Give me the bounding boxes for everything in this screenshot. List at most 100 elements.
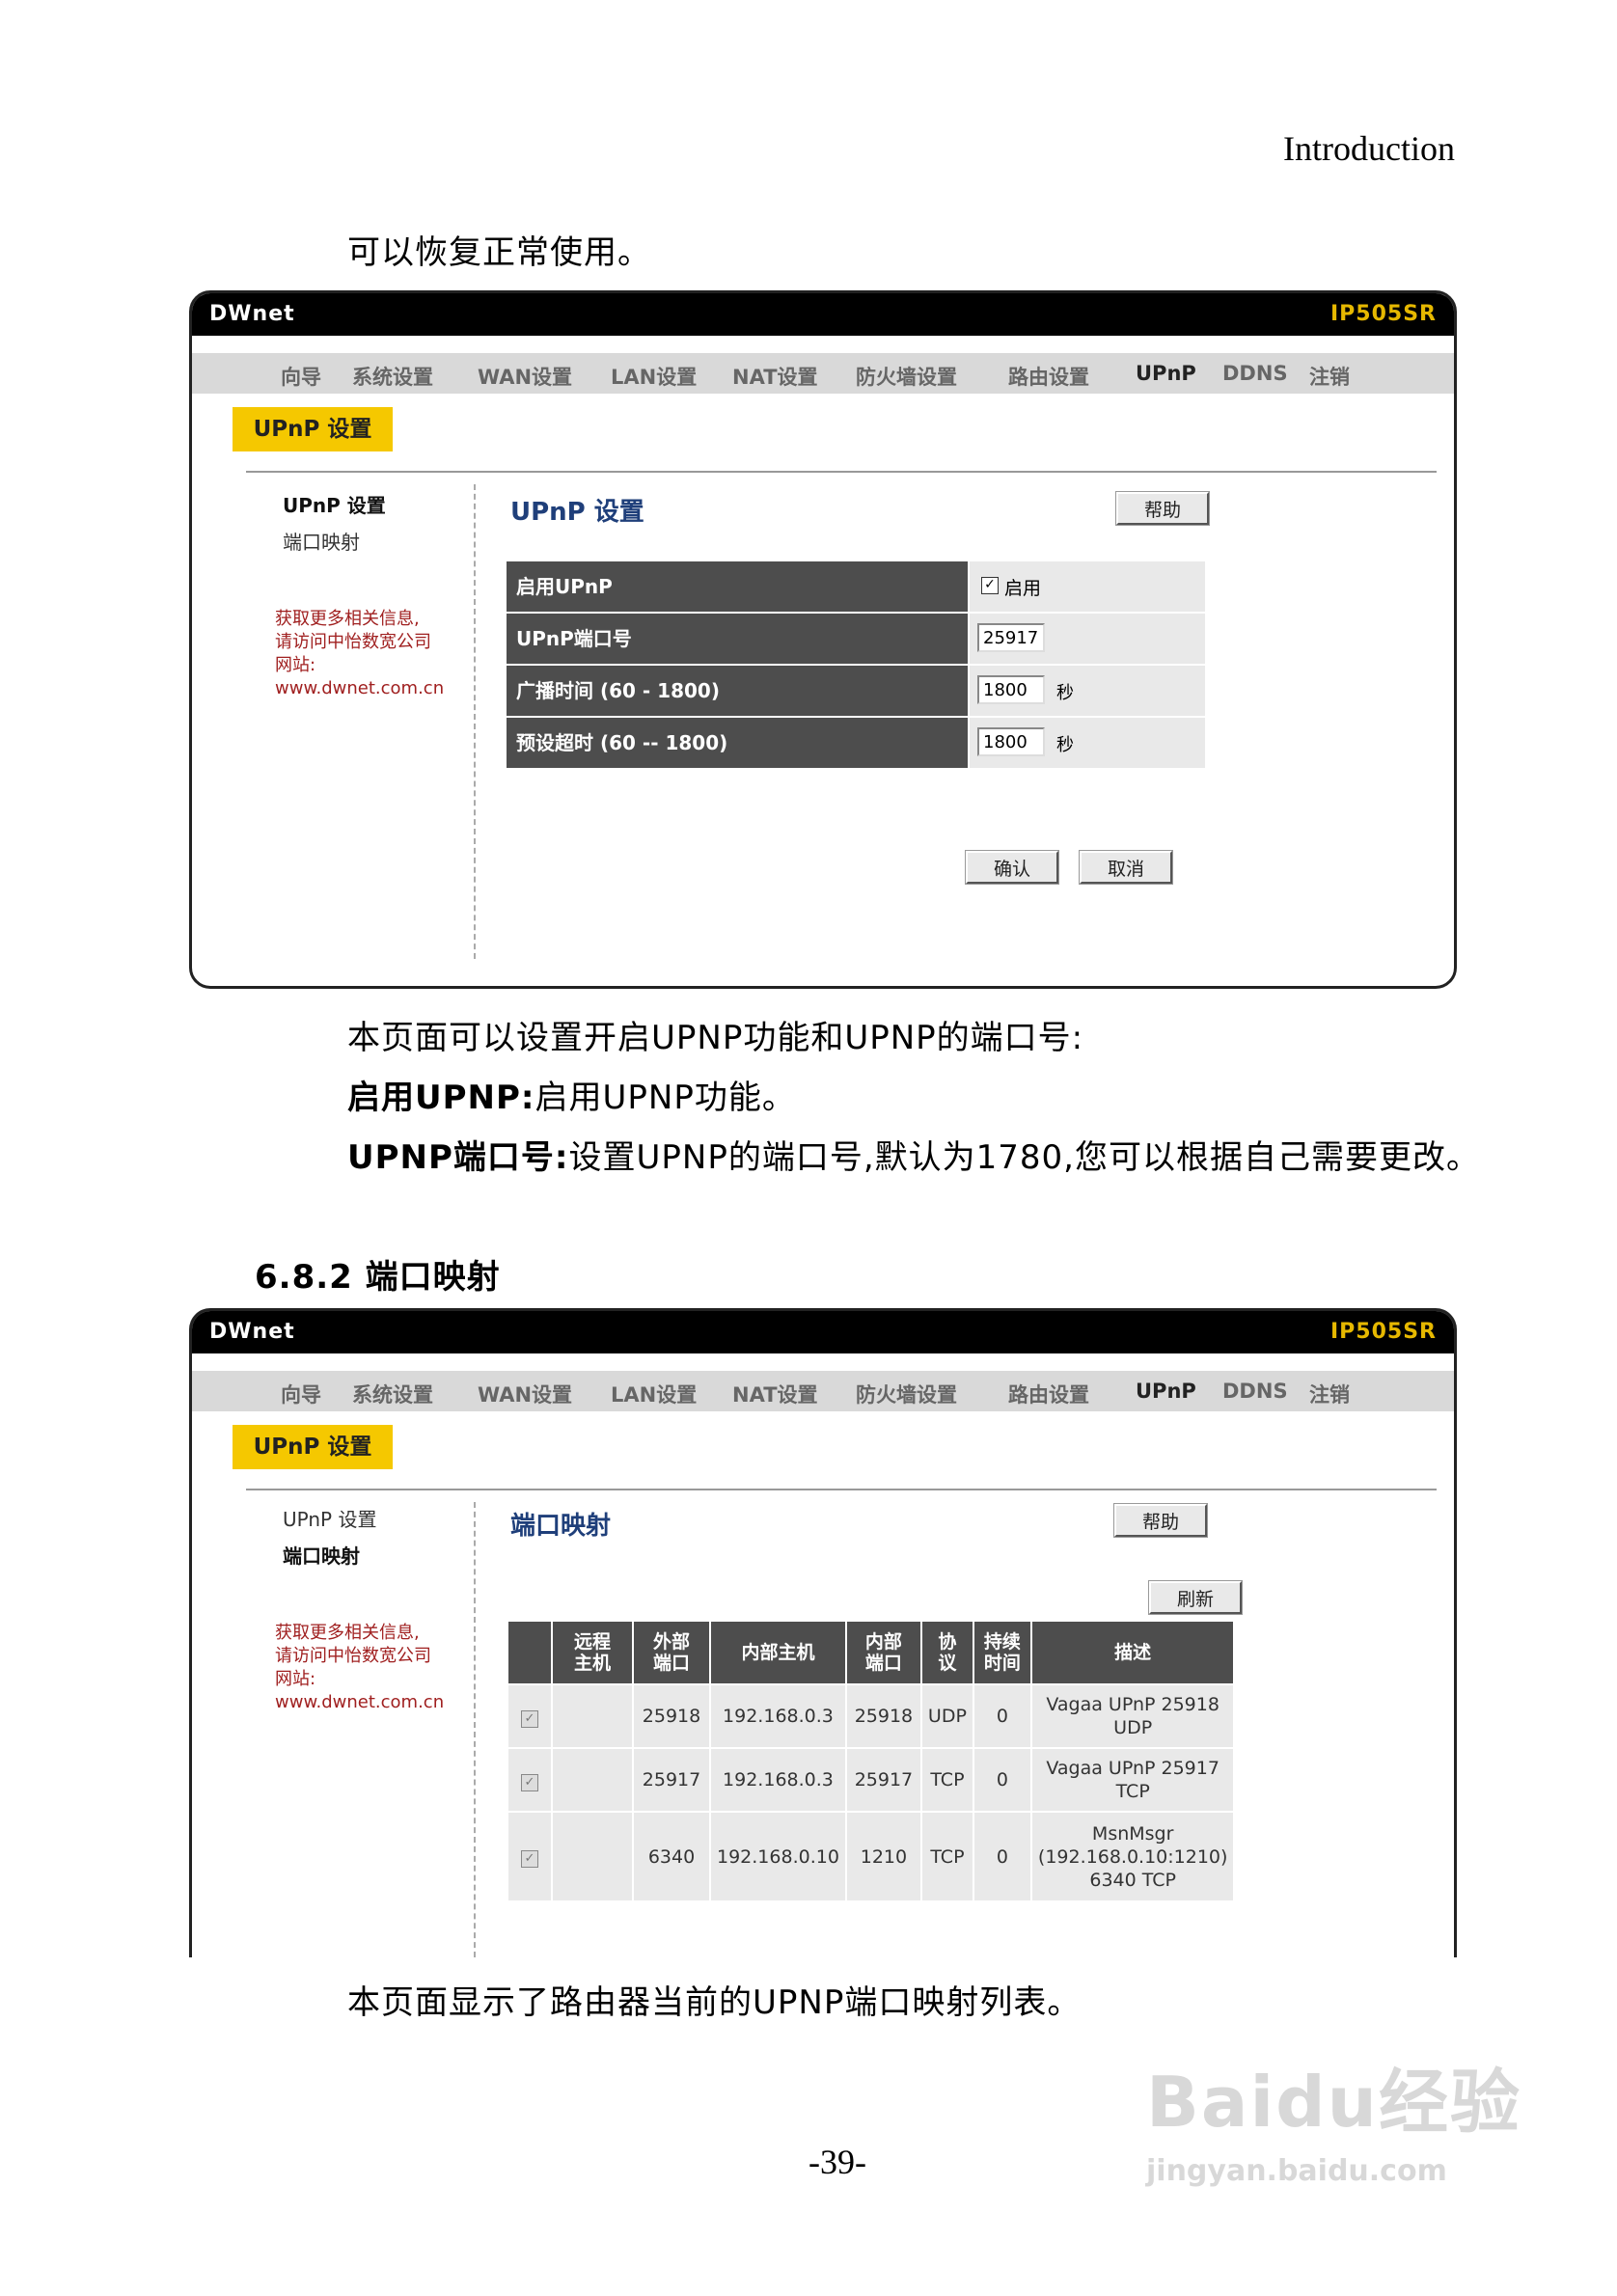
duration-cell: 0 bbox=[972, 1683, 1031, 1748]
table-header-row: 远程 主机 外部 端口 内部主机 内部 端口 协 议 持续 时间 描述 bbox=[507, 1622, 1234, 1684]
nav-lan[interactable]: LAN设置 bbox=[611, 1380, 697, 1408]
section-title: 6.8.2 端口映射 bbox=[255, 1258, 501, 1297]
nav-bar: 向导 系统设置 WAN设置 LAN设置 NAT设置 防火墙设置 路由设置 UPn… bbox=[192, 353, 1454, 394]
table-row: ✓ 25917 192.168.0.3 25917 TCP 0 Vagaa UP… bbox=[507, 1747, 1234, 1812]
nav-lan[interactable]: LAN设置 bbox=[611, 362, 697, 391]
col-external-port: 外部 端口 bbox=[632, 1622, 710, 1684]
nav-wizard[interactable]: 向导 bbox=[281, 362, 321, 391]
internal-host-cell: 192.168.0.3 bbox=[709, 1747, 846, 1812]
sidebar-divider bbox=[474, 1502, 476, 1957]
sidebar-item-port-mapping[interactable]: 端口映射 bbox=[283, 1541, 360, 1569]
internal-port-cell: 1210 bbox=[844, 1811, 921, 1900]
broadcast-time-label: 广播时间 (60 - 1800) bbox=[507, 666, 968, 716]
nav-routing[interactable]: 路由设置 bbox=[1008, 362, 1089, 391]
internal-port-cell: 25918 bbox=[844, 1683, 921, 1748]
confirm-button[interactable]: 确认 bbox=[965, 850, 1059, 885]
upnp-settings-screenshot: DWnet IP505SR 向导 系统设置 WAN设置 LAN设置 NAT设置 … bbox=[189, 290, 1457, 989]
col-internal-host: 内部主机 bbox=[709, 1622, 846, 1684]
nav-firewall[interactable]: 防火墙设置 bbox=[856, 1380, 957, 1408]
title-bar: DWnet IP505SR bbox=[192, 1311, 1454, 1353]
cancel-button[interactable]: 取消 bbox=[1079, 850, 1173, 885]
remote-host-cell bbox=[551, 1811, 633, 1900]
nav-upnp[interactable]: UPnP bbox=[1136, 1380, 1196, 1403]
section-badge: UPnP 设置 bbox=[233, 1425, 393, 1469]
col-duration: 持续 时间 bbox=[972, 1622, 1031, 1684]
description-cell: Vagaa UPnP 25918 UDP bbox=[1029, 1683, 1234, 1748]
nav-ddns[interactable]: DDNS bbox=[1222, 362, 1288, 385]
nav-nat[interactable]: NAT设置 bbox=[732, 362, 818, 391]
timeout-input[interactable]: 1800 bbox=[977, 727, 1045, 756]
brand-logo: DWnet bbox=[209, 1320, 295, 1344]
nav-bar: 向导 系统设置 WAN设置 LAN设置 NAT设置 防火墙设置 路由设置 UPn… bbox=[192, 1371, 1454, 1411]
website-link[interactable]: www.dwnet.com.cn bbox=[275, 677, 444, 700]
table-row: ✓ 25918 192.168.0.3 25918 UDP 0 Vagaa UP… bbox=[507, 1683, 1234, 1748]
nav-upnp[interactable]: UPnP bbox=[1136, 362, 1196, 385]
protocol-cell: TCP bbox=[919, 1747, 973, 1812]
table-row: ✓ 6340 192.168.0.10 1210 TCP 0 MsnMsgr (… bbox=[507, 1811, 1234, 1900]
model-name: IP505SR bbox=[1329, 1320, 1437, 1344]
col-remote-host: 远程 主机 bbox=[551, 1622, 633, 1684]
divider bbox=[246, 471, 1437, 473]
protocol-cell: TCP bbox=[919, 1811, 973, 1900]
row-checkbox[interactable]: ✓ bbox=[507, 1683, 552, 1748]
nav-wan[interactable]: WAN设置 bbox=[478, 1380, 572, 1408]
baidu-watermark: Baidu经验 jingyan.baidu.com bbox=[1146, 2062, 1521, 2188]
page-title: 端口映射 bbox=[510, 1512, 612, 1541]
desc-line-3: UPNP端口号:设置UPNP的端口号,默认为1780,您可以根据自己需要更改。 bbox=[347, 1138, 1480, 1177]
col-select bbox=[507, 1622, 552, 1684]
nav-ddns[interactable]: DDNS bbox=[1222, 1380, 1288, 1403]
nav-logout[interactable]: 注销 bbox=[1309, 362, 1350, 391]
broadcast-time-input[interactable]: 1800 bbox=[977, 675, 1045, 704]
nav-logout[interactable]: 注销 bbox=[1309, 1380, 1350, 1408]
row-checkbox[interactable]: ✓ bbox=[507, 1811, 552, 1900]
timeout-label: 预设超时 (60 -- 1800) bbox=[507, 718, 968, 768]
sidebar-item-upnp-settings[interactable]: UPnP 设置 bbox=[283, 1504, 376, 1532]
nav-system[interactable]: 系统设置 bbox=[352, 362, 433, 391]
enable-label: 启用 bbox=[1004, 578, 1042, 599]
internal-port-cell: 25917 bbox=[844, 1747, 921, 1812]
nav-wizard[interactable]: 向导 bbox=[281, 1380, 321, 1408]
form-row-enable: 启用UPnP ✓ 启用 bbox=[507, 561, 1205, 612]
form-row-broadcast: 广播时间 (60 - 1800) 1800 秒 bbox=[507, 666, 1205, 716]
protocol-cell: UDP bbox=[919, 1683, 973, 1748]
duration-cell: 0 bbox=[972, 1811, 1031, 1900]
page-title: UPnP 设置 bbox=[510, 498, 644, 527]
remote-host-cell bbox=[551, 1747, 633, 1812]
page-header: Introduction bbox=[1283, 129, 1455, 168]
broadcast-unit: 秒 bbox=[1056, 683, 1074, 703]
external-port-cell: 25918 bbox=[632, 1683, 710, 1748]
upnp-port-label: UPnP端口号 bbox=[507, 614, 968, 664]
brand-logo: DWnet bbox=[209, 302, 295, 326]
row-checkbox[interactable]: ✓ bbox=[507, 1747, 552, 1812]
form-row-port: UPnP端口号 25917 bbox=[507, 614, 1205, 664]
upnp-port-input[interactable]: 25917 bbox=[977, 623, 1045, 652]
enable-upnp-checkbox[interactable]: ✓ bbox=[981, 577, 999, 594]
col-protocol: 协 议 bbox=[919, 1622, 973, 1684]
sidebar-item-port-mapping[interactable]: 端口映射 bbox=[283, 527, 360, 555]
form-row-timeout: 预设超时 (60 -- 1800) 1800 秒 bbox=[507, 718, 1205, 768]
help-button[interactable]: 帮助 bbox=[1115, 491, 1210, 526]
refresh-button[interactable]: 刷新 bbox=[1148, 1580, 1243, 1615]
port-mapping-table: 远程 主机 外部 端口 内部主机 内部 端口 协 议 持续 时间 描述 ✓ 25… bbox=[507, 1622, 1234, 1900]
page-number: -39- bbox=[808, 2143, 866, 2181]
col-internal-port: 内部 端口 bbox=[844, 1622, 921, 1684]
internal-host-cell: 192.168.0.3 bbox=[709, 1683, 846, 1748]
nav-firewall[interactable]: 防火墙设置 bbox=[856, 362, 957, 391]
sidebar-item-upnp-settings[interactable]: UPnP 设置 bbox=[283, 490, 386, 518]
port-mapping-screenshot: DWnet IP505SR 向导 系统设置 WAN设置 LAN设置 NAT设置 … bbox=[189, 1308, 1457, 1957]
nav-system[interactable]: 系统设置 bbox=[352, 1380, 433, 1408]
sidebar-info: 获取更多相关信息, 请访问中怡数宽公司 网站: www.dwnet.com.cn bbox=[275, 1623, 445, 1714]
description-cell: Vagaa UPnP 25917 TCP bbox=[1029, 1747, 1234, 1812]
description-cell: MsnMsgr (192.168.0.10:1210) 6340 TCP bbox=[1029, 1811, 1234, 1900]
nav-routing[interactable]: 路由设置 bbox=[1008, 1380, 1089, 1408]
website-link[interactable]: www.dwnet.com.cn bbox=[275, 1691, 444, 1714]
col-description: 描述 bbox=[1029, 1622, 1234, 1684]
divider bbox=[246, 1489, 1437, 1490]
sidebar-divider bbox=[474, 484, 476, 959]
title-bar: DWnet IP505SR bbox=[192, 293, 1454, 336]
nav-wan[interactable]: WAN设置 bbox=[478, 362, 572, 391]
remote-host-cell bbox=[551, 1683, 633, 1748]
internal-host-cell: 192.168.0.10 bbox=[709, 1811, 846, 1900]
nav-nat[interactable]: NAT设置 bbox=[732, 1380, 818, 1408]
help-button[interactable]: 帮助 bbox=[1113, 1503, 1208, 1538]
